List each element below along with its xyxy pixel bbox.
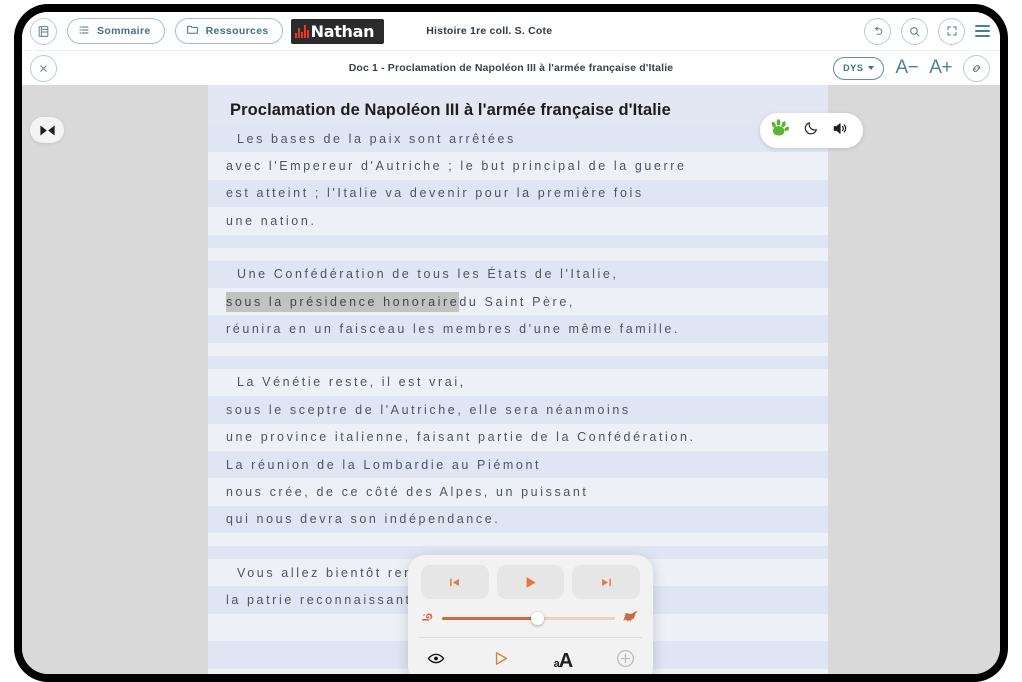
document-text-line[interactable]: une nation.	[208, 207, 828, 235]
audio-reader-player: aA	[408, 555, 653, 674]
plus-circle-icon[interactable]	[615, 648, 636, 674]
text-size-button[interactable]: aA	[554, 649, 574, 673]
bowtie-mask-icon[interactable]	[30, 117, 64, 143]
close-x-icon[interactable]	[30, 54, 57, 82]
document-text-line[interactable]: Les bases de la paix sont arrêtées	[208, 125, 828, 153]
nathan-logo: Nathan	[290, 18, 385, 44]
top-toolbar-actions	[864, 17, 990, 45]
skip-previous-icon[interactable]	[421, 565, 489, 599]
summary-label: Sommaire	[97, 25, 151, 37]
player-transport	[421, 565, 641, 599]
document-text-line[interactable]: sous la présidence honoraire du Saint Pè…	[208, 287, 828, 316]
logo-bars-icon	[294, 24, 309, 38]
slider-thumb[interactable]	[531, 612, 545, 625]
hamburger-menu-icon[interactable]	[975, 25, 990, 37]
play-icon[interactable]	[496, 565, 565, 599]
moon-icon[interactable]	[803, 120, 819, 141]
font-decrease-button[interactable]: A−	[895, 57, 918, 79]
document-text-line[interactable]: une province italienne, faisant partie d…	[208, 423, 828, 451]
undo-arrow-icon[interactable]	[864, 17, 891, 45]
document-text-line[interactable]: sous le sceptre de l'Autriche, elle sera…	[208, 396, 828, 424]
speed-slider[interactable]	[442, 612, 615, 626]
snail-icon	[421, 610, 436, 628]
slider-fill	[442, 616, 538, 621]
document-toolbar-actions: DYS A− A+	[833, 54, 990, 82]
eye-visibility-icon[interactable]	[425, 649, 447, 673]
paragraph-spacer	[208, 247, 828, 261]
document-text-line[interactable]: La Vénétie reste, il est vrai,	[208, 368, 828, 397]
font-increase-button[interactable]: A+	[929, 57, 952, 79]
line-text: du Saint Père,	[459, 294, 575, 309]
accessibility-widget	[760, 113, 863, 148]
document-text-line[interactable]: est atteint ; l'Italie va devenir pour l…	[208, 179, 828, 208]
reading-speed-control	[421, 609, 640, 628]
document-heading: Proclamation de Napoléon III à l'armée f…	[208, 85, 828, 125]
document-text-line[interactable]: avec l'Empereur d'Autriche ; le but prin…	[208, 152, 828, 180]
top-toolbar: Sommaire Ressources Nathan Histoire 1re …	[22, 12, 1000, 50]
text-highlight: sous la présidence honoraire	[226, 291, 460, 312]
document-text-line[interactable]: La réunion de la Lombardie au Piémont	[208, 450, 828, 479]
resources-button[interactable]: Ressources	[174, 18, 283, 44]
skip-next-icon[interactable]	[572, 565, 641, 599]
folder-icon	[186, 23, 199, 39]
fullscreen-expand-icon[interactable]	[938, 17, 965, 45]
document-scroll-area[interactable]: Proclamation de Napoléon III à l'armée f…	[22, 85, 1000, 674]
play-outline-icon[interactable]	[490, 649, 511, 673]
galloping-horse-icon	[621, 609, 640, 628]
dys-label: DYS	[843, 63, 864, 73]
link-chain-icon[interactable]	[963, 54, 990, 82]
chevron-down-icon	[868, 66, 875, 70]
text-size-large-a: A	[558, 649, 573, 672]
course-title: Histoire 1re coll. S. Cote	[426, 25, 553, 37]
paragraph-spacer	[208, 234, 828, 248]
book-library-icon[interactable]	[30, 17, 57, 45]
list-icon	[78, 24, 90, 39]
search-icon[interactable]	[901, 17, 928, 45]
document-text-line[interactable]: réunira en un faisceau les membres d'une…	[208, 315, 828, 343]
speaker-volume-icon[interactable]	[831, 120, 849, 142]
tablet-screen: Sommaire Ressources Nathan Histoire 1re …	[22, 12, 1000, 674]
player-options: aA	[421, 638, 640, 674]
document-text-line[interactable]: nous crée, de ce côté des Alpes, un puis…	[208, 478, 828, 506]
paragraph-spacer	[208, 342, 828, 356]
resources-label: Ressources	[205, 25, 269, 37]
tablet-device-frame: Sommaire Ressources Nathan Histoire 1re …	[14, 4, 1008, 682]
paragraph-spacer	[208, 355, 828, 369]
brand-name: Nathan	[310, 21, 375, 41]
summary-button[interactable]: Sommaire	[67, 18, 165, 44]
dys-mode-dropdown[interactable]: DYS	[833, 56, 885, 80]
document-toolbar: Doc 1 - Proclamation de Napoléon III à l…	[22, 50, 1000, 85]
document-text-line[interactable]: Une Confédération de tous les États de l…	[208, 260, 828, 288]
document-text-line[interactable]: qui nous devra son indépendance.	[208, 505, 828, 534]
green-frog-paw-icon[interactable]	[768, 117, 791, 145]
paragraph-spacer	[208, 533, 828, 547]
